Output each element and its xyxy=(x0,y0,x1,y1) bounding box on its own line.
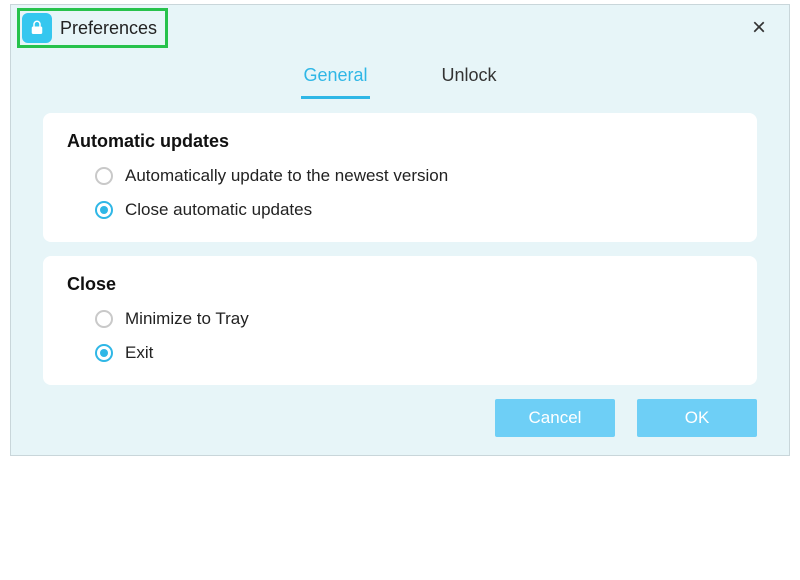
close-button[interactable]: × xyxy=(741,10,777,46)
radio-label: Close automatic updates xyxy=(125,200,312,220)
panel-automatic-updates: Automatic updates Automatically update t… xyxy=(43,113,757,242)
cancel-button[interactable]: Cancel xyxy=(495,399,615,437)
title-group-highlighted: Preferences xyxy=(17,8,168,48)
close-icon: × xyxy=(752,14,766,42)
window-title: Preferences xyxy=(60,18,157,39)
radio-icon xyxy=(95,310,113,328)
section-heading-close: Close xyxy=(67,274,733,295)
ok-button[interactable]: OK xyxy=(637,399,757,437)
radio-label: Automatically update to the newest versi… xyxy=(125,166,448,186)
radio-label: Exit xyxy=(125,343,153,363)
section-heading-updates: Automatic updates xyxy=(67,131,733,152)
radio-exit[interactable]: Exit xyxy=(95,343,733,363)
radio-icon xyxy=(95,344,113,362)
preferences-dialog: Preferences × General Unlock Automatic u… xyxy=(10,4,790,456)
radio-label: Minimize to Tray xyxy=(125,309,249,329)
panel-close: Close Minimize to Tray Exit xyxy=(43,256,757,385)
tab-bar: General Unlock xyxy=(11,59,789,99)
titlebar: Preferences × xyxy=(11,5,789,51)
radio-icon xyxy=(95,201,113,219)
radio-close-updates[interactable]: Close automatic updates xyxy=(95,200,733,220)
tab-general[interactable]: General xyxy=(301,59,369,99)
button-bar: Cancel OK xyxy=(495,399,757,437)
radio-auto-update[interactable]: Automatically update to the newest versi… xyxy=(95,166,733,186)
radio-icon xyxy=(95,167,113,185)
lock-icon xyxy=(22,13,52,43)
radio-minimize-tray[interactable]: Minimize to Tray xyxy=(95,309,733,329)
tab-unlock[interactable]: Unlock xyxy=(440,59,499,99)
